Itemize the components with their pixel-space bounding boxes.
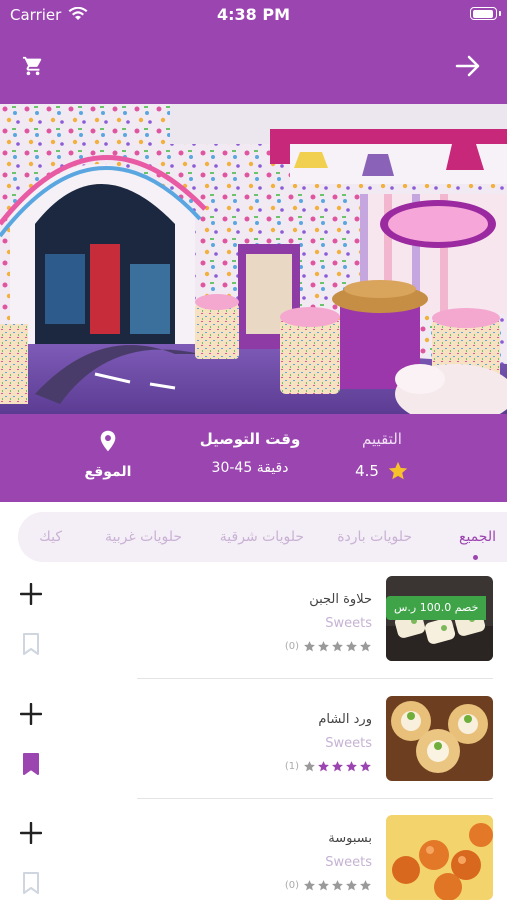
item-divider [137,798,493,799]
location-section[interactable]: الموقع [70,430,146,480]
star-icon [346,761,357,772]
rating-count: (0) [284,641,299,652]
star-icon [346,641,357,652]
arrow-right-icon[interactable] [455,54,481,78]
category-tabs: الجميع حلويات باردة حلويات شرقية حلويات … [18,512,507,562]
star-icon [318,761,329,772]
product-rating: (0) [285,879,372,892]
rating-label: التقييم [362,430,402,448]
star-icon [304,761,315,772]
star-icon [388,461,408,480]
tab-cold-sweets[interactable]: حلويات باردة [337,529,412,545]
store-hero-image [0,104,507,414]
tab-all[interactable]: الجميع [459,529,496,545]
store-info-bar: التقييم 4.5 وقت التوصيل 30-45 دقيقة المو… [0,414,507,502]
discount-badge: خصم 100.0 ر.س [386,596,487,620]
product-image [386,696,493,781]
add-to-cart-button[interactable] [20,583,42,605]
star-icon [304,880,315,891]
add-to-cart-button[interactable] [20,822,42,844]
status-bar: Carrier 4:38 PM [0,0,507,30]
cart-icon[interactable] [22,55,44,77]
bookmark-icon[interactable] [22,632,40,656]
rating-count: (0) [284,880,299,891]
location-pin-icon[interactable] [99,430,117,452]
delivery-section: وقت التوصيل 30-45 دقيقة [190,430,310,476]
star-icon [346,880,357,891]
delivery-value: 30-45 دقيقة [211,460,289,476]
star-icon [318,880,329,891]
product-item[interactable]: خصم 100.0 ر.س حلاوة الجبن Sweets (0) [0,576,507,696]
product-image [386,815,493,900]
product-item[interactable]: بسبوسة Sweets (0) [0,815,507,900]
star-icon [332,761,343,772]
star-icon [332,880,343,891]
add-to-cart-button[interactable] [20,703,42,725]
star-icon [332,641,343,652]
battery-icon [470,7,501,20]
clock: 4:38 PM [216,5,290,24]
bookmark-icon[interactable] [22,871,40,895]
location-label[interactable]: الموقع [70,464,146,480]
bookmark-filled-icon[interactable] [22,752,40,776]
product-name: ورد الشام [318,712,372,727]
tab-western-sweets[interactable]: حلويات غربية [105,529,182,545]
delivery-label: وقت التوصيل [199,430,301,448]
star-icon [304,641,315,652]
tab-eastern-sweets[interactable]: حلويات شرقية [220,529,304,545]
rating-value: 4.5 [355,462,379,480]
product-rating: (0) [285,640,372,653]
item-divider [137,678,493,679]
product-name: حلاوة الجبن [309,592,372,607]
product-category: Sweets [325,855,372,870]
active-tab-indicator [473,555,478,560]
star-icon [360,880,371,891]
rating-section: التقييم 4.5 [337,430,427,482]
tab-cake[interactable]: كيك [39,529,62,545]
rating-count: (1) [284,761,299,772]
star-icon [318,641,329,652]
star-icon [360,641,371,652]
product-item[interactable]: ورد الشام Sweets (1) [0,696,507,816]
product-rating: (1) [285,760,372,773]
product-category: Sweets [325,736,372,751]
product-category: Sweets [325,616,372,631]
star-icon [360,761,371,772]
product-name: بسبوسة [328,831,372,846]
app-header: Carrier 4:38 PM [0,0,507,104]
